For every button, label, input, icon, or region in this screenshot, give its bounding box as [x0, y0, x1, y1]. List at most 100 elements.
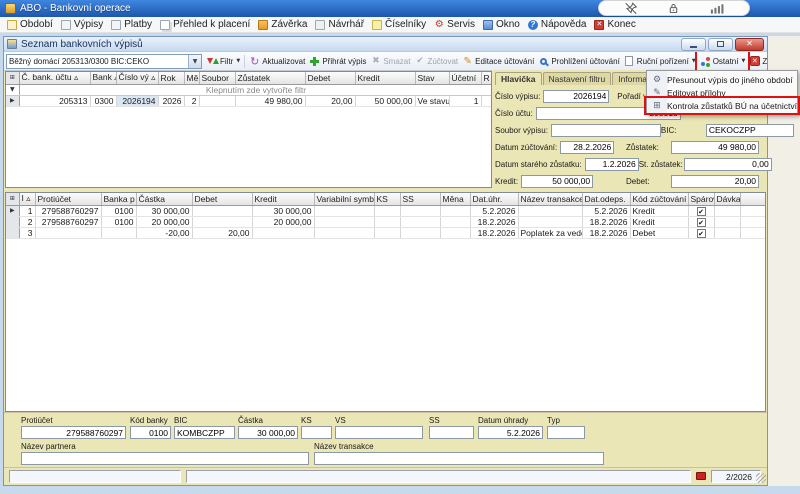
column-header[interactable]: Dat.odeps.	[582, 193, 630, 205]
column-header[interactable]: Soubor	[199, 72, 235, 84]
column-header[interactable]: Kredit	[355, 72, 415, 84]
menu-item-kontrola-zustatku[interactable]: ⊞ Kontrola zůstatků BÚ na účetnictví	[647, 99, 797, 112]
table-row[interactable]: ▶1279588760297010030 000,0030 000,005.2.…	[6, 205, 766, 216]
cell[interactable]	[688, 205, 714, 216]
cell[interactable]: 279588760297	[35, 216, 101, 227]
close-window-button[interactable]: ✕	[735, 38, 764, 51]
cell[interactable]: 30 000,00	[252, 205, 314, 216]
cell[interactable]: 2	[184, 95, 199, 106]
cell[interactable]: 18.2.2026	[470, 228, 518, 239]
minimize-button[interactable]	[681, 38, 706, 51]
tab-nastaveni-filtru[interactable]: Nastavení filtru	[543, 72, 612, 85]
cell[interactable]: 30 000,00	[136, 205, 192, 216]
kredit-input[interactable]	[521, 175, 593, 188]
menu-item-navrhar[interactable]: Návrhář	[311, 17, 368, 32]
cell[interactable]: ▶	[6, 205, 19, 216]
column-header[interactable]: Mě	[184, 72, 199, 84]
cell[interactable]	[714, 205, 740, 216]
column-header[interactable]: KS	[374, 193, 400, 205]
vs-input[interactable]	[335, 426, 423, 439]
cell[interactable]: 50 000,00	[355, 95, 415, 106]
cell[interactable]	[199, 95, 235, 106]
kod-banky-input[interactable]	[130, 426, 171, 439]
column-header[interactable]: Rok	[158, 72, 184, 84]
cell[interactable]	[400, 228, 440, 239]
cell[interactable]: 1	[19, 205, 35, 216]
column-header[interactable]: Účetní	[449, 72, 481, 84]
cell[interactable]: Ve stavu	[415, 95, 449, 106]
editace-uctovani-button[interactable]: ✎Editace účtování	[460, 53, 536, 70]
datum-stareho-zustatku-input[interactable]	[585, 158, 639, 171]
menu-item-okno[interactable]: Okno	[479, 17, 524, 32]
cell[interactable]	[440, 228, 470, 239]
prohlizeni-uctovani-button[interactable]: Prohlížení účtování	[536, 53, 621, 70]
aktualizovat-button[interactable]: ↻Aktualizovat	[247, 53, 307, 70]
column-header[interactable]: Dat.úhr.	[470, 193, 518, 205]
column-header[interactable]: Banka p	[101, 193, 136, 205]
column-header[interactable]: Kód zúčtování	[630, 193, 688, 205]
cell[interactable]: 20 000,00	[136, 216, 192, 227]
column-header[interactable]: Variabilní symb	[314, 193, 374, 205]
bic-input[interactable]	[174, 426, 235, 439]
cell[interactable]: 1	[449, 95, 481, 106]
cell[interactable]: 2	[19, 216, 35, 227]
prihrat-vypis-button[interactable]: Přihrát výpis	[307, 53, 368, 70]
cell[interactable]	[714, 216, 740, 227]
cell[interactable]	[35, 228, 101, 239]
column-header[interactable]: R	[481, 72, 492, 84]
cell[interactable]	[400, 216, 440, 227]
cell[interactable]	[6, 216, 19, 227]
cell[interactable]	[714, 228, 740, 239]
column-header[interactable]: Č. bank. účtu ▵	[19, 72, 90, 84]
table-row[interactable]: ▶205313030020261942026249 980,0020,0050 …	[6, 95, 492, 106]
cell[interactable]: 5.2.2026	[582, 205, 630, 216]
zuctovat-button[interactable]: ✔Zúčtovat	[412, 53, 460, 70]
menu-item-zaverka[interactable]: Závěrka	[254, 17, 311, 32]
cell[interactable]	[6, 228, 19, 239]
column-header[interactable]: Dávka	[714, 193, 740, 205]
cell[interactable]	[518, 205, 582, 216]
cell[interactable]: 20,00	[192, 228, 252, 239]
cell[interactable]	[440, 205, 470, 216]
cell[interactable]	[314, 216, 374, 227]
ks-input[interactable]	[301, 426, 332, 439]
nazev-partnera-input[interactable]	[21, 452, 309, 465]
cell[interactable]: 49 980,00	[235, 95, 305, 106]
column-header[interactable]: Bank ▵	[90, 72, 116, 84]
menu-item-obdobi[interactable]: Období	[3, 17, 57, 32]
window-titlebar[interactable]: Seznam bankovních výpisů ✕	[4, 37, 767, 52]
cell[interactable]: 18.2.2026	[470, 216, 518, 227]
st-zustatek-input[interactable]	[684, 158, 772, 171]
cell[interactable]: 2026194	[116, 95, 158, 106]
chevron-down-icon[interactable]: ▼	[188, 55, 201, 68]
rucni-porizeni-button[interactable]: Ruční pořízení▼	[622, 53, 698, 70]
column-header[interactable]: Název transakce	[518, 193, 582, 205]
column-header[interactable]: Stav	[415, 72, 449, 84]
typ-input[interactable]	[547, 426, 585, 439]
column-header[interactable]: Částka	[136, 193, 192, 205]
cell[interactable]: Kredit	[630, 216, 688, 227]
menu-item-ciselniky[interactable]: Číselníky	[368, 17, 430, 32]
cell[interactable]	[400, 205, 440, 216]
menu-item-konec[interactable]: ✕Konec	[590, 17, 639, 32]
cell[interactable]: 2026	[158, 95, 184, 106]
checkbox-checked[interactable]	[697, 218, 706, 227]
filter-row[interactable]: ▼ Klepnutím zde vytvořte filtr	[6, 84, 492, 95]
cell[interactable]	[101, 228, 136, 239]
cell[interactable]: 5.2.2026	[470, 205, 518, 216]
smazat-button[interactable]: ✖Smazat	[368, 53, 412, 70]
resize-grip[interactable]	[756, 473, 766, 483]
column-header[interactable]: Debet	[192, 193, 252, 205]
cell[interactable]: ▶	[6, 95, 19, 106]
unpin-icon[interactable]	[624, 2, 638, 15]
castka-input[interactable]	[238, 426, 298, 439]
column-header[interactable]: Debet	[305, 72, 355, 84]
ostatni-button[interactable]: Ostatní▼	[698, 53, 748, 70]
cell[interactable]: Debet	[630, 228, 688, 239]
chevron-down-icon[interactable]: ▼	[236, 58, 240, 64]
protiucet-input[interactable]	[21, 426, 126, 439]
cell[interactable]: 20 000,00	[252, 216, 314, 227]
zustatek-input[interactable]	[671, 141, 759, 154]
cell[interactable]	[252, 228, 314, 239]
filtr-button[interactable]: Filtr▼	[205, 53, 242, 70]
